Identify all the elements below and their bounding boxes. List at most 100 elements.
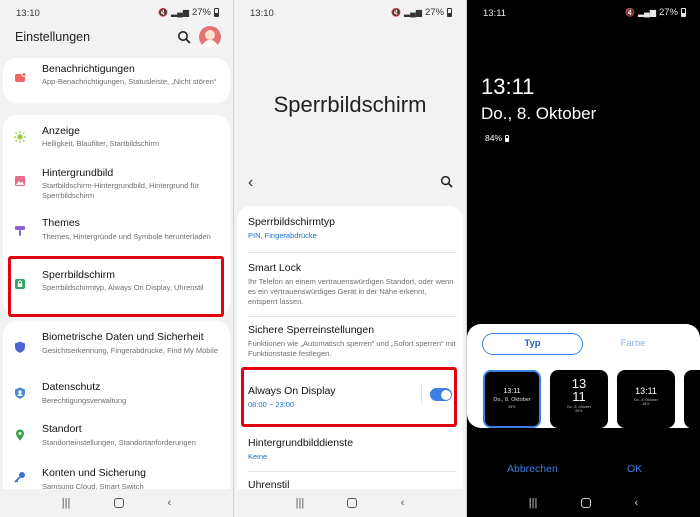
- battery-percent: 27%: [424, 7, 444, 18]
- search-icon[interactable]: [440, 175, 453, 188]
- navigation-bar: ||| ‹: [0, 489, 233, 517]
- aod-battery: 84%: [485, 133, 510, 143]
- settings-item-location[interactable]: Standort Standorteinstellungen, Standort…: [3, 419, 230, 457]
- mute-icon: 🔇: [158, 7, 168, 17]
- clock-style-option[interactable]: [684, 370, 700, 428]
- signal-icon: ▂▄▆: [638, 7, 656, 17]
- mute-icon: 🔇: [391, 7, 401, 17]
- battery-icon: [214, 8, 219, 17]
- aod-date: Do., 8. Oktober: [481, 104, 597, 123]
- battery-percent: 27%: [658, 7, 678, 18]
- settings-item-description: Startbildschirm-Hintergrundbild, Hinterg…: [42, 181, 200, 200]
- status-time: 13:11: [483, 8, 507, 19]
- settings-panel: 13:10 🔇 ▂▄▆ 27% Einstellungen Benachrich…: [0, 0, 233, 517]
- shield-icon: [15, 341, 25, 353]
- divider: [248, 252, 456, 253]
- signal-icon: ▂▄▆: [171, 7, 189, 17]
- status-bar: 13:10 🔇 ▂▄▆ 27%: [234, 0, 466, 24]
- settings-item-title: Konten und Sicherung: [42, 467, 146, 479]
- tab-type[interactable]: Typ: [482, 333, 583, 355]
- notification-icon: [15, 72, 26, 82]
- settings-item-privacy[interactable]: Datenschutz Berechtigungsverwaltung: [3, 377, 230, 413]
- list-item-smart-lock[interactable]: Smart Lock Ihr Telefon an einem vertraue…: [248, 262, 456, 307]
- home-icon[interactable]: [580, 498, 591, 508]
- privacy-icon: [15, 387, 25, 399]
- back-nav-icon[interactable]: ‹: [168, 497, 172, 509]
- clock-style-sheet: Typ Farbe 13:11 Do., 8. Oktober 84% 13 1…: [467, 324, 700, 428]
- settings-item-title: Themes: [42, 217, 80, 229]
- battery-icon: [447, 8, 452, 17]
- thumb-time: 13:11: [635, 386, 657, 396]
- tab-color[interactable]: Farbe: [593, 333, 673, 355]
- divider: [248, 471, 456, 472]
- thumb-battery: 84%: [642, 402, 650, 406]
- location-pin-icon: [16, 429, 24, 441]
- clock-style-option[interactable]: 13:11 Do., 8. Oktober 84%: [617, 370, 675, 428]
- status-bar: 13:10 🔇 ▂▄▆ 27%: [0, 0, 233, 24]
- list-item-title: Hintergrundbilddienste: [248, 437, 354, 449]
- list-item-description: Ihr Telefon an einem vertrauenswürdigen …: [248, 277, 454, 306]
- avatar[interactable]: [199, 26, 221, 48]
- settings-item-description: Berechtigungsverwaltung: [42, 396, 127, 405]
- recents-icon[interactable]: |||: [62, 497, 71, 509]
- clock-style-option[interactable]: 13:11 Do., 8. Oktober 84%: [483, 370, 541, 428]
- page-title: Sperrbildschirm: [273, 92, 427, 117]
- list-item-title: Smart Lock: [248, 262, 302, 274]
- ok-button[interactable]: OK: [627, 463, 642, 475]
- brush-icon: [15, 226, 25, 236]
- settings-item-biometrics[interactable]: Biometrische Daten und Sicherheit Gesich…: [3, 327, 230, 375]
- settings-item-description: Helligkeit, Blaufilter, Startbildschirm: [42, 139, 160, 148]
- settings-item-notifications[interactable]: Benachrichtigungen App-Benachrichtigunge…: [3, 58, 230, 103]
- settings-item-title: Datenschutz: [42, 381, 101, 393]
- sun-icon: [14, 131, 26, 143]
- aod-clock: 13:11: [481, 74, 535, 99]
- signal-icon: ▂▄▆: [404, 7, 422, 17]
- list-item-title: Sichere Sperreinstellungen: [248, 324, 375, 336]
- list-item-value: PIN, Fingerabdrücke: [248, 231, 317, 240]
- recents-icon[interactable]: |||: [529, 497, 538, 509]
- search-icon[interactable]: [177, 30, 191, 44]
- aod-battery-percent: 84%: [485, 133, 503, 143]
- status-time: 13:10: [16, 8, 40, 19]
- battery-icon: [505, 134, 510, 142]
- back-nav-icon[interactable]: ‹: [635, 497, 639, 509]
- settings-item-themes[interactable]: Themes Themes, Hintergründe und Symbole …: [3, 215, 230, 259]
- settings-item-title: Anzeige: [42, 125, 80, 137]
- highlight-lockscreen: [8, 256, 224, 317]
- thumb-battery: 84%: [575, 409, 583, 413]
- picture-icon: [15, 176, 25, 186]
- cancel-button[interactable]: Abbrechen: [507, 463, 558, 475]
- list-item-description: Funktionen wie „Automatisch sperren“ und…: [248, 339, 456, 358]
- settings-item-description: Gesichtserkennung, Fingerabdrücke, Find …: [42, 346, 218, 355]
- settings-item-display[interactable]: Anzeige Helligkeit, Blaufilter, Startbil…: [3, 121, 230, 161]
- thumb-date: Do., 8. Oktober: [493, 397, 531, 403]
- mute-icon: 🔇: [625, 7, 635, 17]
- list-item-lock-type[interactable]: Sperrbildschirmtyp PIN, Fingerabdrücke: [248, 216, 456, 240]
- settings-item-description: Standorteinstellungen, Standortanforderu…: [42, 438, 196, 447]
- settings-item-title: Benachrichtigungen: [42, 63, 135, 75]
- back-nav-icon[interactable]: ‹: [401, 497, 405, 509]
- list-item-wallpaper-services[interactable]: Hintergrundbilddienste Keine: [248, 437, 456, 461]
- thumb-battery: 84%: [508, 405, 516, 409]
- settings-item-wallpaper[interactable]: Hintergrundbild Startbildschirm-Hintergr…: [3, 163, 230, 213]
- settings-item-title: Biometrische Daten und Sicherheit: [42, 331, 204, 343]
- thumb-time: 13:11: [503, 388, 521, 395]
- home-icon[interactable]: [347, 498, 358, 508]
- highlight-always-on-display: [241, 367, 457, 427]
- list-item-value: Keine: [248, 452, 268, 461]
- settings-item-accounts[interactable]: Konten und Sicherung Samsung Cloud, Smar…: [3, 461, 230, 491]
- navigation-bar: ||| ‹: [234, 489, 466, 517]
- back-arrow-icon[interactable]: ‹: [248, 174, 253, 192]
- always-on-display-preview-panel: 13:11 🔇 ▂▄▆ 27% 13:11 Do., 8. Oktober 84…: [467, 0, 700, 517]
- page-title: Einstellungen: [15, 30, 91, 44]
- settings-card: Benachrichtigungen App-Benachrichtigunge…: [3, 58, 230, 103]
- thumb-minute: 11: [572, 389, 586, 404]
- key-icon: [14, 472, 25, 483]
- list-item-title: Sperrbildschirmtyp: [248, 216, 335, 228]
- settings-item-title: Standort: [42, 423, 82, 435]
- recents-icon[interactable]: |||: [296, 497, 305, 509]
- list-item-secure-lock[interactable]: Sichere Sperreinstellungen Funktionen wi…: [248, 324, 456, 359]
- status-time: 13:10: [250, 8, 274, 19]
- home-icon[interactable]: [113, 498, 124, 508]
- clock-style-option[interactable]: 13 11 Do., 8. Oktober 84%: [550, 370, 608, 428]
